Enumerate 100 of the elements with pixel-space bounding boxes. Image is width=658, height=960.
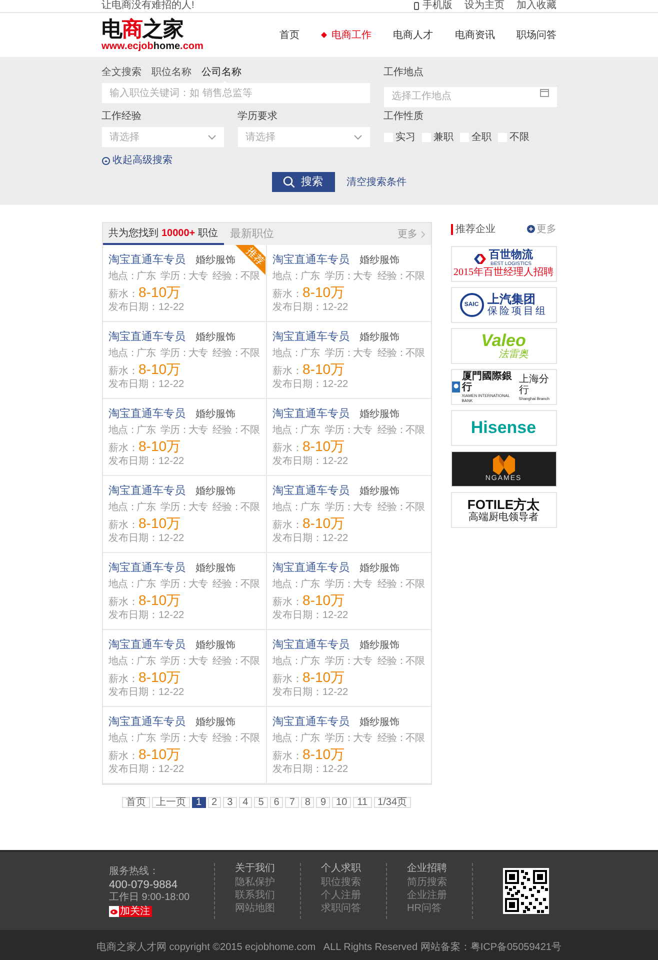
nav-link[interactable]: 职场问答 [516, 28, 556, 42]
company-name: 婚纱服饰 [196, 716, 236, 730]
post-date: 发布日期：12-22 [272, 379, 350, 391]
job-title[interactable]: 淘宝直通车专员 [108, 330, 186, 344]
job-experience: 经验：不限 [212, 656, 260, 668]
salary-label: 薪水： [272, 750, 302, 764]
job-education: 学历：大专 [324, 348, 372, 360]
job-title[interactable]: 淘宝直通车专员 [272, 715, 350, 729]
post-date: 发布日期：12-22 [108, 379, 186, 391]
brand-tagline: 保险项目组 [488, 306, 548, 317]
field-label: 工作地点 [384, 67, 424, 80]
page-link[interactable]: 6 [270, 797, 284, 808]
job-type-checkbox[interactable]: 兼职 [422, 130, 454, 144]
job-card[interactable]: 淘宝直通车专员 婚纱服饰 地点：广东 学历：大专 经验：不限 薪水：8-10万 发布日期：12-22 [266, 322, 430, 399]
search-button[interactable]: 搜索 [272, 172, 334, 192]
page-link[interactable]: 4 [238, 797, 252, 808]
job-title[interactable]: 淘宝直通车专员 [108, 715, 186, 729]
site-logo[interactable]: 电商之家 www.ecjobhome.com [102, 18, 252, 52]
salary-label: 薪水： [272, 442, 302, 456]
job-type-checkbox[interactable]: 实习 [384, 130, 416, 144]
page-link[interactable]: 10 [332, 797, 352, 808]
salary-label: 薪水： [108, 750, 138, 764]
company-logo[interactable]: FOTILE方太 高端厨电领导者 [450, 492, 556, 528]
job-experience: 经验：不限 [377, 733, 424, 745]
footer-heading: 关于我们 [235, 863, 275, 875]
page-link[interactable]: 首页 [122, 797, 150, 808]
job-title[interactable]: 淘宝直通车专员 [108, 561, 186, 575]
job-title[interactable]: 淘宝直通车专员 [272, 253, 350, 267]
nav-link[interactable]: 首页 [280, 28, 300, 42]
page-link[interactable]: 上一页 [152, 797, 190, 808]
page-link[interactable]: 9 [316, 797, 330, 808]
job-experience: 经验：不限 [212, 733, 260, 745]
top-link[interactable]: 加入收藏 [516, 0, 556, 12]
job-card[interactable]: 淘宝直通车专员 婚纱服饰 地点：广东 学历：大专 经验：不限 薪水：8-10万 发布日期：12-22 推荐 [102, 245, 266, 322]
company-name: 婚纱服饰 [196, 330, 236, 345]
brand-name: FOTILE方太 [467, 498, 540, 512]
job-title[interactable]: 淘宝直通车专员 [272, 484, 350, 498]
nav-link[interactable]: 电商人才 [393, 28, 433, 42]
job-experience: 经验：不限 [212, 425, 260, 437]
salary-label: 薪水： [272, 518, 302, 533]
job-card[interactable]: 淘宝直通车专员 婚纱服饰 地点：广东 学历：大专 经验：不限 薪水：8-10万 发布日期：12-22 [266, 476, 430, 553]
job-title[interactable]: 淘宝直通车专员 [108, 253, 186, 267]
job-title[interactable]: 淘宝直通车专员 [108, 407, 186, 421]
qr-code-icon [503, 868, 549, 914]
brand-name: 百世物流 [489, 250, 533, 261]
page-link[interactable]: 11 [353, 797, 372, 808]
page-link[interactable]: 8 [300, 797, 314, 808]
job-card[interactable]: 淘宝直通车专员 婚纱服饰 地点：广东 学历：大专 经验：不限 薪水：8-10万 发布日期：12-22 [102, 630, 266, 707]
job-card[interactable]: 淘宝直通车专员 婚纱服饰 地点：广东 学历：大专 经验：不限 薪水：8-10万 发布日期：12-22 [266, 707, 430, 784]
salary-text: 8-10万 [302, 668, 345, 686]
page-link[interactable]: 5 [254, 797, 268, 808]
company-name: 婚纱服饰 [360, 484, 400, 499]
nav-link[interactable]: 电商资讯 [454, 28, 495, 42]
job-type-checkbox[interactable]: 全职 [460, 130, 492, 144]
salary-text: 8-10万 [138, 745, 181, 763]
follow-button[interactable]: 加关注 [109, 906, 152, 916]
search-tab[interactable]: 职位名称 [152, 67, 192, 79]
salary-text: 8-10万 [302, 745, 345, 763]
job-card[interactable]: 淘宝直通车专员 婚纱服饰 地点：广东 学历：大专 经验：不限 薪水：8-10万 发布日期：12-22 [266, 553, 430, 630]
job-title[interactable]: 淘宝直通车专员 [272, 407, 350, 421]
job-education: 学历：大专 [160, 579, 208, 591]
post-date: 发布日期：12-22 [272, 533, 350, 545]
post-date: 发布日期：12-22 [108, 533, 186, 545]
collapse-link[interactable]: 收起高级搜索 [102, 153, 172, 168]
job-card[interactable]: 淘宝直通车专员 婚纱服饰 地点：广东 学历：大专 经验：不限 薪水：8-10万 发布日期：12-22 [102, 553, 266, 630]
job-card[interactable]: 淘宝直通车专员 婚纱服饰 地点：广东 学历：大专 经验：不限 薪水：8-10万 发布日期：12-22 [102, 322, 266, 399]
sidebar-title: 推荐企业 [456, 222, 496, 236]
job-title[interactable]: 淘宝直通车专员 [272, 330, 350, 344]
job-title[interactable]: 淘宝直通车专员 [108, 484, 186, 498]
company-name: 婚纱服饰 [196, 562, 236, 576]
brand-slogan: 2015年百世经理人招聘 [454, 267, 554, 278]
job-title[interactable]: 淘宝直通车专员 [272, 561, 350, 575]
salary-label: 薪水： [272, 596, 302, 610]
page-link[interactable]: 3 [223, 797, 237, 808]
job-card[interactable]: 淘宝直通车专员 婚纱服饰 地点：广东 学历：大专 经验：不限 薪水：8-10万 发布日期：12-22 [102, 707, 266, 784]
page-link[interactable]: 1/34页 [374, 797, 412, 808]
job-card[interactable]: 淘宝直通车专员 婚纱服饰 地点：广东 学历：大专 经验：不限 薪水：8-10万 发布日期：12-22 [266, 399, 430, 476]
nav-link[interactable]: 电商工作 [321, 28, 372, 42]
clear-link[interactable]: 清空搜索条件 [346, 174, 406, 190]
job-card[interactable]: 淘宝直通车专员 婚纱服饰 地点：广东 学历：大专 经验：不限 薪水：8-10万 发布日期：12-22 [266, 245, 430, 322]
page-link[interactable]: 2 [208, 797, 222, 808]
job-type-checkbox[interactable]: 不限 [498, 130, 530, 144]
job-card[interactable]: 淘宝直通车专员 婚纱服饰 地点：广东 学历：大专 经验：不限 薪水：8-10万 发布日期：12-22 [266, 630, 430, 707]
emblem-icon [492, 455, 514, 475]
footer-heading: 个人求职 [321, 863, 361, 875]
page-link[interactable]: 7 [285, 797, 299, 808]
job-title[interactable]: 淘宝直通车专员 [108, 638, 186, 652]
job-card[interactable]: 淘宝直通车专员 婚纱服饰 地点：广东 学历：大专 经验：不限 薪水：8-10万 发布日期：12-22 [102, 399, 266, 476]
salary-text: 8-10万 [138, 283, 181, 301]
job-title[interactable]: 淘宝直通车专员 [272, 638, 350, 652]
job-education: 学历：大专 [324, 656, 372, 668]
page-link[interactable]: 1 [192, 797, 206, 808]
top-link[interactable]: 手机版 [414, 0, 452, 12]
field-label: 工作性质 [384, 111, 424, 124]
location-input[interactable]: 选择工作地点 [384, 86, 556, 106]
keyword-input[interactable]: 输入职位关键词：如 销售总监等 [102, 83, 370, 103]
salary-label: 薪水： [272, 288, 302, 302]
job-card[interactable]: 淘宝直通车专员 婚纱服饰 地点：广东 学历：大专 经验：不限 薪水：8-10万 发布日期：12-22 [102, 476, 266, 553]
salary-text: 8-10万 [138, 591, 181, 609]
search-tab[interactable]: 全文搜索 [102, 67, 142, 79]
